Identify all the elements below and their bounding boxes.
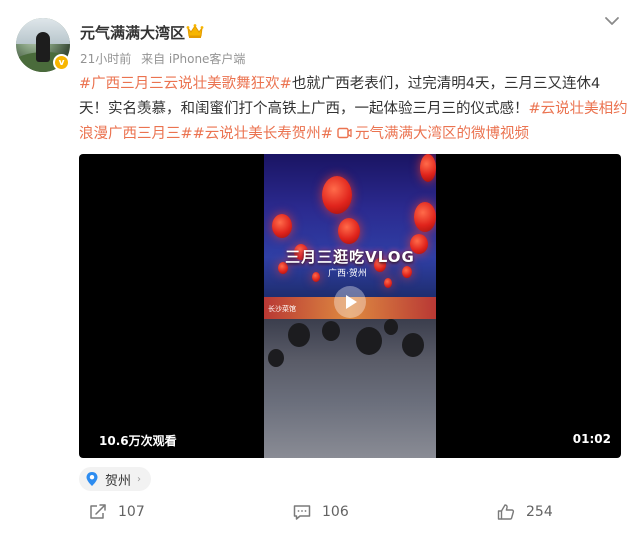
play-button[interactable] — [334, 286, 366, 318]
location-pin-icon — [86, 472, 98, 486]
comment-count: 106 — [322, 504, 349, 520]
crowd-head — [384, 319, 398, 335]
like-icon — [497, 504, 515, 520]
comment-button[interactable]: 106 — [292, 500, 349, 524]
video-overlay-subtitle: 广西·贺州 — [328, 269, 367, 279]
lantern — [420, 154, 436, 182]
lantern — [414, 202, 436, 232]
video-overlay-title: 三月三逛吃VLOG — [285, 248, 415, 266]
lantern — [338, 218, 360, 244]
crowd-head — [268, 349, 284, 367]
comment-icon — [293, 505, 311, 520]
location-arrow: › — [137, 473, 142, 485]
lantern — [402, 266, 412, 278]
video-link[interactable]: 元气满满大湾区的微博视频 — [355, 126, 529, 142]
view-count: 10.6万次观看 — [99, 434, 177, 448]
repost-count: 107 — [118, 504, 145, 520]
location-tag[interactable]: 贺州 › — [79, 467, 152, 491]
video-duration: 01:02 — [572, 432, 611, 446]
verified-badge-icon: v — [53, 54, 70, 71]
weibo-post-card: v 元气满满大湾区 21小时前 来自 iPhone客户端 #广西三月三云说壮美歌… — [0, 0, 637, 535]
crown-icon[interactable] — [186, 23, 204, 39]
avatar-person — [36, 32, 50, 62]
video-frame[interactable]: 长沙菜馆 三月三逛吃VLOG 广西·贺州 — [264, 154, 436, 458]
video-player[interactable]: 长沙菜馆 三月三逛吃VLOG 广西·贺州 10.6万次观看 01:02 — [79, 154, 621, 458]
repost-icon — [90, 504, 106, 519]
action-bar: 107 106 254 — [0, 500, 637, 524]
shop-sign: 长沙菜馆 — [268, 305, 296, 313]
lantern — [384, 278, 392, 288]
crowd — [264, 319, 436, 458]
hashtag-link[interactable]: #云说壮美长寿贺州# — [193, 126, 333, 142]
post-source: 来自 iPhone客户端 — [141, 52, 246, 66]
like-button[interactable]: 254 — [496, 500, 553, 524]
username[interactable]: 元气满满大湾区 — [80, 22, 185, 43]
post-meta: 21小时前 来自 iPhone客户端 — [80, 50, 251, 67]
crowd-head — [288, 323, 310, 347]
crowd-head — [402, 333, 424, 357]
location-name: 贺州 — [105, 473, 132, 489]
video-link-icon[interactable] — [337, 127, 352, 139]
repost-button[interactable]: 107 — [88, 500, 145, 524]
post-time[interactable]: 21小时前 — [80, 52, 131, 66]
crowd-head — [356, 327, 382, 355]
lantern — [312, 272, 320, 282]
chevron-down-icon[interactable] — [603, 14, 621, 28]
crowd-head — [322, 321, 340, 341]
hashtag-link[interactable]: #广西三月三云说壮美歌舞狂欢# — [79, 76, 292, 92]
lantern — [272, 214, 292, 238]
lantern — [322, 176, 352, 214]
post-text: #广西三月三云说壮美歌舞狂欢#也就广西老表们，过完清明4天，三月三又连休4天！实… — [79, 72, 629, 147]
like-count: 254 — [526, 504, 553, 520]
